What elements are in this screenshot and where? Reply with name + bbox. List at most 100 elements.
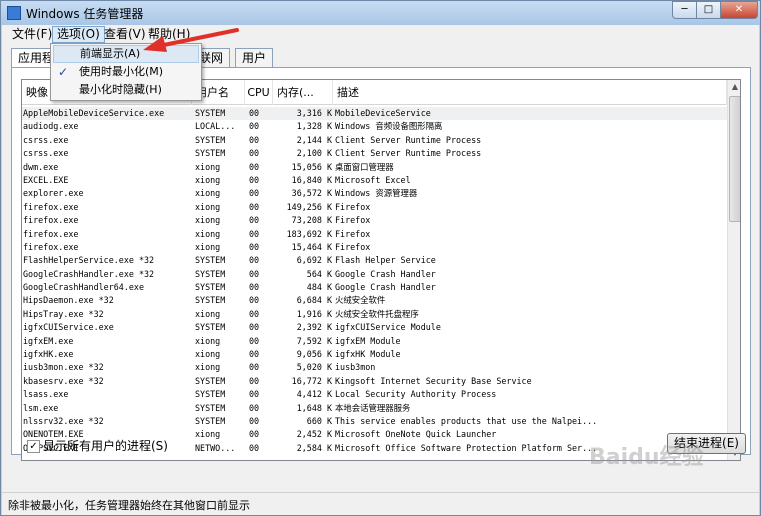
process-cpu-cell: 00 <box>249 188 260 199</box>
column-header-memory[interactable]: 内存(... <box>273 80 333 105</box>
process-cpu-cell: 00 <box>249 322 260 333</box>
process-user-cell: SYSTEM <box>195 375 226 386</box>
process-row[interactable]: csrss.exe SYSTEM 00 2,144 K Client Server Ru… <box>22 134 727 147</box>
process-row[interactable]: csrss.exe SYSTEM 00 2,100 K Client Server Ru… <box>22 147 727 160</box>
process-image-cell: HipsDaemon.exe *32 <box>23 295 114 306</box>
process-description-cell: Firefox <box>335 241 371 252</box>
process-description-cell: Windows 资源管理器 <box>335 188 418 199</box>
process-row[interactable]: GoogleCrashHandler.exe *32 SYSTEM 00 564 KG… <box>22 268 727 281</box>
process-row[interactable]: HipsTray.exe *32 xiong 00 1,916 K 火绒安全软件托盘程序 <box>22 308 727 321</box>
process-row[interactable]: dwm.exe xiong 00 15,056 K 桌面窗口管理器 <box>22 161 727 174</box>
process-image-cell: lsm.exe <box>23 402 59 413</box>
process-user-cell: SYSTEM <box>195 282 226 293</box>
process-cpu-cell: 00 <box>249 161 260 172</box>
process-row[interactable]: GoogleCrashHandler64.exe SYSTEM 00 484 K Goo… <box>22 281 727 294</box>
process-description-cell: iusb3mon <box>335 362 376 373</box>
process-user-cell: xiong <box>195 335 221 346</box>
close-button[interactable]: ✕ <box>720 1 758 19</box>
minimize-button[interactable]: ─ <box>672 1 697 19</box>
column-header-description[interactable]: 描述 <box>333 80 727 105</box>
column-header-cpu[interactable]: CPU <box>245 80 273 105</box>
process-memory-cell: 484 K <box>306 282 332 293</box>
process-row[interactable]: AppleMobileDeviceService.exe SYSTEM 00 3,31… <box>22 107 727 121</box>
process-user-cell: xiong <box>195 201 221 212</box>
scroll-up-arrow-icon[interactable]: ▲ <box>728 80 740 94</box>
process-row[interactable]: iusb3mon.exe *32 xiong 00 5,020 Kiusb3mon <box>22 361 727 374</box>
process-cpu-cell: 00 <box>249 362 260 373</box>
process-cpu-cell: 00 <box>249 241 260 252</box>
process-user-cell: SYSTEM <box>195 134 226 145</box>
vertical-scrollbar[interactable]: ▲ ▼ <box>727 80 740 460</box>
process-description-cell: Client Server Runtime Process <box>335 148 482 159</box>
process-row[interactable]: nlssrv32.exe *32 SYSTEM 00 660 K This servic… <box>22 415 727 428</box>
process-row[interactable]: lsass.exe SYSTEM 00 4,412 K Local Security A… <box>22 388 727 401</box>
menu-file[interactable]: 文件(F) <box>8 26 56 43</box>
process-user-cell: xiong <box>195 188 221 199</box>
process-list[interactable]: 映像 用户名 CPU 内存(... 描述 AppleMobileDeviceSe… <box>21 79 741 461</box>
checkbox-check-icon[interactable]: ✓ <box>27 440 40 453</box>
process-row[interactable]: firefox.exe xiong 00 149,256 K Firefox <box>22 201 727 214</box>
processes-panel: 映像 用户名 CPU 内存(... 描述 AppleMobileDeviceSe… <box>11 67 751 461</box>
process-memory-cell: 15,056 K <box>291 161 332 172</box>
process-user-cell: xiong <box>195 349 221 360</box>
process-row[interactable]: firefox.exe xiong 00 15,464 K Firefox <box>22 241 727 254</box>
process-row[interactable]: igfxEM.exe xiong 00 7,592 KigfxEM Module <box>22 335 727 348</box>
process-description-cell: This service enables products that use t… <box>335 415 598 426</box>
process-image-cell: csrss.exe <box>23 148 69 159</box>
process-user-cell: xiong <box>195 308 221 319</box>
process-row[interactable]: audiodg.exe LOCAL... 00 1,328 K Windows 音频设备… <box>22 120 727 133</box>
process-description-cell: Microsoft Excel <box>335 174 411 185</box>
process-memory-cell: 1,916 K <box>296 308 332 319</box>
process-row[interactable]: HipsDaemon.exe *32 SYSTEM 00 6,684 K 火绒安全软件 <box>22 294 727 307</box>
process-row[interactable]: FlashHelperService.exe *32 SYSTEM 00 6,692 … <box>22 254 727 267</box>
show-all-users-label: 显示所有用户的进程(S) <box>43 439 168 453</box>
process-image-cell: EXCEL.EXE <box>23 174 69 185</box>
process-image-cell: GoogleCrashHandler.exe *32 <box>23 268 155 279</box>
process-memory-cell: 36,572 K <box>291 188 332 199</box>
process-memory-cell: 149,256 K <box>286 201 332 212</box>
menu-options[interactable]: 选项(O) <box>52 26 105 43</box>
process-user-cell: SYSTEM <box>195 255 226 266</box>
process-cpu-cell: 00 <box>249 402 260 413</box>
task-manager-window: Windows 任务管理器 ─ □ ✕ 文件(F) 选项(O) 查看(V) 帮助… <box>0 0 761 516</box>
process-image-cell: igfxCUIService.exe <box>23 322 114 333</box>
show-all-users-checkbox[interactable]: ✓ 显示所有用户的进程(S) <box>27 439 168 453</box>
process-description-cell: Local Security Authority Process <box>335 389 497 400</box>
process-row[interactable]: explorer.exe xiong 00 36,572 K Windows 资源管理器 <box>22 187 727 200</box>
process-user-cell: SYSTEM <box>195 268 226 279</box>
menu-item-hide-when-minimized[interactable]: 最小化时隐藏(H) <box>53 81 199 99</box>
process-row[interactable]: kbasesrv.exe *32 SYSTEM 00 16,772 K Kingsoft… <box>22 375 727 388</box>
scroll-thumb[interactable] <box>729 96 740 222</box>
process-rows: AppleMobileDeviceService.exe SYSTEM 00 3,31… <box>22 107 727 455</box>
process-image-cell: firefox.exe <box>23 215 79 226</box>
process-row[interactable]: firefox.exe xiong 00 73,208 K Firefox <box>22 214 727 227</box>
process-row[interactable]: igfxCUIService.exe SYSTEM 00 2,392 KigfxCUI… <box>22 321 727 334</box>
process-row[interactable]: igfxHK.exe xiong 00 9,056 KigfxHK Module <box>22 348 727 361</box>
process-image-cell: FlashHelperService.exe *32 <box>23 255 155 266</box>
title-bar[interactable]: Windows 任务管理器 ─ □ ✕ <box>1 1 760 25</box>
process-description-cell: igfxHK Module <box>335 349 401 360</box>
process-memory-cell: 660 K <box>306 415 332 426</box>
process-user-cell: xiong <box>195 228 221 239</box>
menu-item-minimize-on-use[interactable]: ✓ 使用时最小化(M) <box>53 63 199 81</box>
status-bar: 除非被最小化，任务管理器始终在其他窗口前显示 <box>2 492 759 515</box>
process-row[interactable]: EXCEL.EXE xiong 00 16,840 K Microsoft Excel <box>22 174 727 187</box>
process-cpu-cell: 00 <box>249 255 260 266</box>
process-description-cell: Windows 音频设备图形隔离 <box>335 121 443 132</box>
process-description-cell: 火绒安全软件托盘程序 <box>335 308 419 319</box>
process-cpu-cell: 00 <box>249 282 260 293</box>
process-description-cell: igfxEM Module <box>335 335 401 346</box>
watermark-logo: Baidu经验 <box>589 445 704 470</box>
process-cpu-cell: 00 <box>249 335 260 346</box>
process-user-cell: xiong <box>195 429 221 440</box>
task-manager-icon <box>7 6 21 20</box>
process-row[interactable]: firefox.exe xiong 00 183,692 K Firefox <box>22 228 727 241</box>
process-memory-cell: 1,648 K <box>296 402 332 413</box>
process-memory-cell: 16,840 K <box>291 174 332 185</box>
process-user-cell: xiong <box>195 161 221 172</box>
maximize-button[interactable]: □ <box>696 1 721 19</box>
process-cpu-cell: 00 <box>249 308 260 319</box>
process-memory-cell: 9,056 K <box>296 349 332 360</box>
process-image-cell: explorer.exe <box>23 188 84 199</box>
process-row[interactable]: lsm.exe SYSTEM 00 1,648 K 本地会话管理器服务 <box>22 402 727 415</box>
